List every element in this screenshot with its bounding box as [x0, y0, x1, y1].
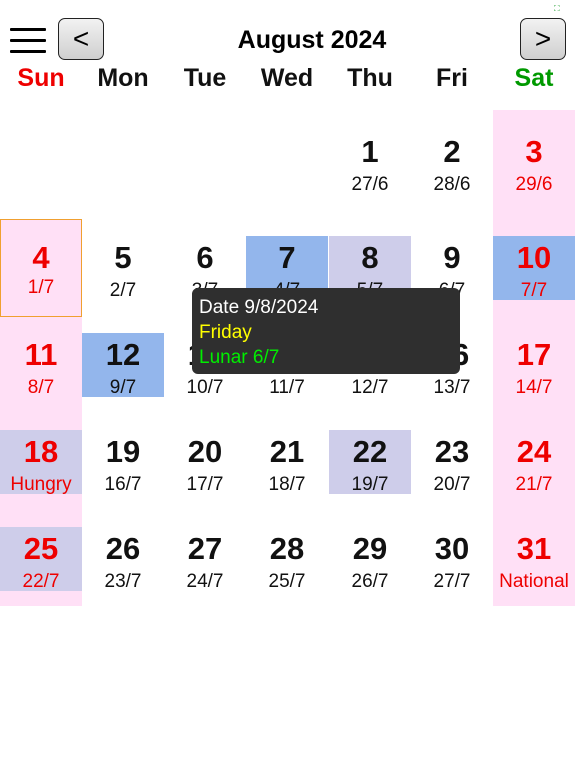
lunar-date: 9/7	[109, 377, 137, 398]
day-cell-3[interactable]: 3 29/6	[493, 130, 575, 195]
day-number: 22	[352, 434, 388, 469]
day-cell-18[interactable]: 18 Hungry	[0, 430, 82, 495]
lunar-date: 27/7	[433, 571, 471, 592]
day-number: 28	[269, 531, 305, 566]
day-number: 29	[352, 531, 388, 566]
weekday-tue: Tue	[183, 64, 227, 92]
lunar-date: 21/7	[515, 474, 553, 495]
fullscreen-icon: ⛶	[554, 4, 560, 13]
lunar-date: 28/6	[433, 174, 471, 195]
day-cell-26[interactable]: 26 23/7	[82, 527, 164, 592]
next-month-button[interactable]: >	[520, 18, 566, 60]
day-number: 31	[516, 531, 552, 566]
weekday-fri: Fri	[436, 64, 468, 92]
lunar-date: 14/7	[515, 377, 553, 398]
day-number: 12	[105, 337, 141, 372]
popup-lunar: Lunar 6/7	[199, 347, 280, 368]
day-number: 2	[443, 134, 461, 169]
day-number: 5	[114, 240, 132, 275]
lunar-date: 19/7	[351, 474, 389, 495]
weekday-wed: Wed	[260, 64, 314, 92]
lunar-date: 2/7	[109, 280, 137, 301]
day-info-popup: Date 9/8/2024 Friday Lunar 6/7	[192, 288, 460, 374]
day-cell-5[interactable]: 5 2/7	[82, 236, 164, 301]
day-cell-10[interactable]: 10 7/7	[493, 236, 575, 301]
lunar-date: 23/7	[104, 571, 142, 592]
day-cell-21[interactable]: 21 18/7	[246, 430, 328, 495]
lunar-date: 20/7	[433, 474, 471, 495]
day-cell-12[interactable]: 12 9/7	[82, 333, 164, 398]
day-number: 25	[23, 531, 59, 566]
day-number: 26	[105, 531, 141, 566]
lunar-date: 8/7	[27, 377, 55, 398]
lunar-date: 18/7	[268, 474, 306, 495]
weekday-thu: Thu	[347, 64, 393, 92]
day-cell-27[interactable]: 27 24/7	[164, 527, 246, 592]
day-number: 27	[187, 531, 223, 566]
lunar-date: Hungry	[10, 474, 72, 495]
month-title: August 2024	[237, 26, 387, 54]
lunar-date: 12/7	[351, 377, 389, 398]
lunar-date: National	[499, 571, 569, 592]
day-cell-24[interactable]: 24 21/7	[493, 430, 575, 495]
popup-weekday: Friday	[199, 322, 252, 343]
day-cell-23[interactable]: 23 20/7	[411, 430, 493, 495]
day-cell-29[interactable]: 29 26/7	[329, 527, 411, 592]
day-cell-22[interactable]: 22 19/7	[329, 430, 411, 495]
lunar-date: 16/7	[104, 474, 142, 495]
day-number: 11	[24, 337, 58, 372]
weekday-sat: Sat	[514, 64, 554, 92]
lunar-date: 7/7	[520, 280, 548, 301]
day-cell-2[interactable]: 2 28/6	[411, 130, 493, 195]
lunar-date: 29/6	[515, 174, 553, 195]
day-cell-1[interactable]: 1 27/6	[329, 130, 411, 195]
lunar-date: 27/6	[351, 174, 389, 195]
lunar-date: 24/7	[186, 571, 224, 592]
day-cell-25[interactable]: 25 22/7	[0, 527, 82, 592]
lunar-date: 22/7	[22, 571, 60, 592]
day-number: 6	[196, 240, 214, 275]
day-number: 4	[32, 240, 50, 275]
day-cell-31[interactable]: 31 National	[493, 527, 575, 592]
lunar-date: 11/7	[269, 377, 305, 398]
day-cell-17[interactable]: 17 14/7	[493, 333, 575, 398]
lunar-date: 25/7	[268, 571, 306, 592]
day-number: 24	[516, 434, 552, 469]
day-cell-4[interactable]: 4 1/7	[0, 219, 82, 317]
day-number: 23	[434, 434, 470, 469]
lunar-date: 13/7	[433, 377, 471, 398]
day-cell-19[interactable]: 19 16/7	[82, 430, 164, 495]
day-number: 20	[187, 434, 223, 469]
popup-date: Date 9/8/2024	[199, 297, 319, 318]
day-cell-20[interactable]: 20 17/7	[164, 430, 246, 495]
weekday-mon: Mon	[97, 64, 149, 92]
day-number: 1	[361, 134, 379, 169]
lunar-date: 10/7	[186, 377, 224, 398]
day-number: 18	[23, 434, 59, 469]
day-number: 17	[516, 337, 552, 372]
day-number: 21	[269, 434, 305, 469]
lunar-date: 17/7	[186, 474, 224, 495]
day-number: 3	[525, 134, 543, 169]
day-cell-30[interactable]: 30 27/7	[411, 527, 493, 592]
weekday-sun: Sun	[17, 64, 65, 92]
day-number: 30	[434, 531, 470, 566]
next-month-label: >	[534, 23, 552, 54]
lunar-date: 26/7	[351, 571, 389, 592]
day-number: 9	[443, 240, 461, 275]
day-number: 19	[105, 434, 141, 469]
day-number: 8	[361, 240, 379, 275]
lunar-date: 1/7	[27, 277, 55, 298]
day-number: 7	[278, 240, 296, 275]
day-number: 10	[516, 240, 552, 275]
day-cell-28[interactable]: 28 25/7	[246, 527, 328, 592]
day-cell-11[interactable]: 11 8/7	[0, 333, 82, 398]
